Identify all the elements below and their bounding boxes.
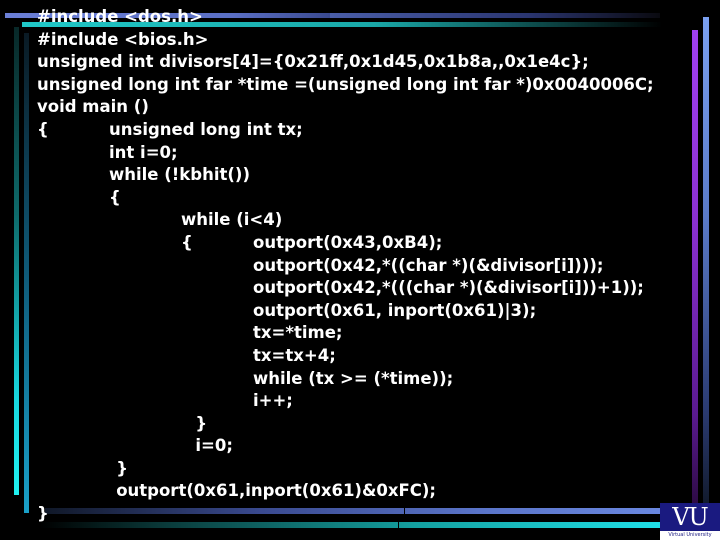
code-text: { [37,119,49,139]
code-text: void main () [37,97,149,117]
code-text: tx=*time; [253,323,343,343]
vu-logo-caption: Virtual University [660,531,720,540]
code-text: outport(0x61,inport(0x61)&0xFC); [116,481,436,501]
decorative-right-bar-blue [703,17,709,512]
decorative-right-bar-purple [692,30,698,510]
decorative-left-bar-cyan [14,27,19,495]
code-text: { [181,232,193,252]
code-text: outport(0x61, inport(0x61)|3); [253,300,537,320]
code-text: i++; [253,391,293,411]
code-text: unsigned long int far *time =(unsigned l… [37,74,654,94]
code-text: { [109,187,121,207]
code-text: outport(0x43,0xB4); [253,232,443,252]
decorative-bottom-bar-blue [45,508,665,514]
decorative-left-bar-blue [24,33,29,513]
code-text: #include <bios.h> [37,29,209,49]
bar-divider [398,520,399,530]
code-text: unsigned int divisors[4]={0x21ff,0x1d45,… [37,52,589,72]
vu-logo-mark: VU [660,503,720,531]
code-text: outport(0x42,*((char *)(&divisor[i]))); [253,255,604,275]
code-text: tx=tx+4; [253,345,336,365]
code-text: outport(0x42,*(((char *)(&divisor[i]))+1… [253,278,644,298]
decorative-top-bar-blue-fade [330,13,660,18]
code-text: #include <dos.h> [37,7,203,26]
code-text: } [195,413,208,433]
code-text: } [116,458,128,478]
code-text: int i=0; [109,142,178,162]
code-text: i=0; [195,436,233,456]
code-text: while (!kbhit()) [109,165,250,185]
code-text: while (tx >= (*time)); [253,368,454,388]
code-text: while (i<4) [181,210,283,230]
code-text: } [37,504,49,524]
virtual-university-logo: VU Virtual University [660,503,720,540]
bar-divider [404,506,405,516]
decorative-bottom-bar-cyan [40,522,665,528]
code-text: unsigned long int tx; [109,119,303,139]
